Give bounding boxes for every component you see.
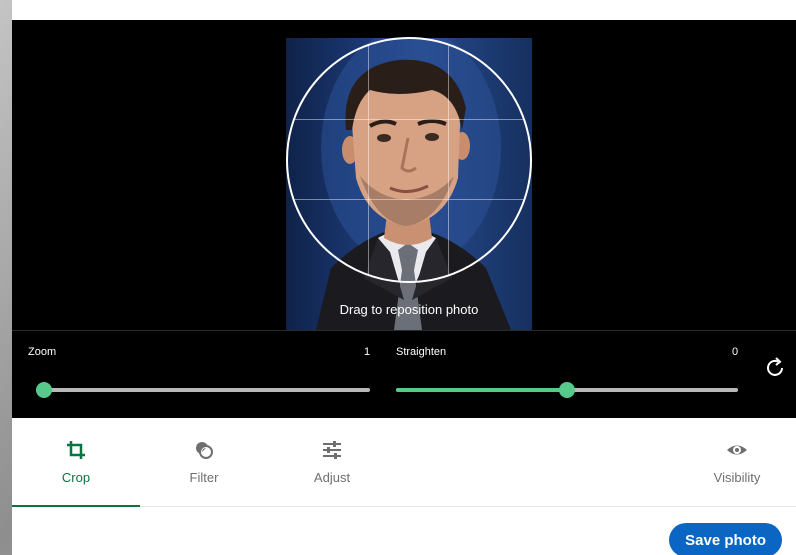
edit-photo-modal: Drag to reposition photo Zoom 1 Straight… <box>12 0 796 555</box>
zoom-slider[interactable] <box>36 382 370 398</box>
adjust-icon <box>321 439 343 466</box>
eye-icon <box>725 439 749 466</box>
tab-filter-label: Filter <box>189 470 219 485</box>
zoom-value: 1 <box>364 346 371 358</box>
crop-grid-line <box>368 39 369 281</box>
tab-filter[interactable]: Filter <box>140 418 268 506</box>
save-photo-button[interactable]: Save photo <box>669 523 782 555</box>
straighten-label: Straighten <box>396 346 447 358</box>
crop-grid-line <box>288 119 530 120</box>
tab-visibility[interactable]: Visibility <box>678 418 796 506</box>
editor-tabs: Crop Filter Adjust Visibility <box>12 418 796 507</box>
modal-footer: Save photo <box>12 507 796 555</box>
photo-editor: Drag to reposition photo Zoom 1 Straight… <box>12 20 796 418</box>
rotate-reset-icon[interactable] <box>764 356 788 380</box>
tab-visibility-label: Visibility <box>713 470 761 485</box>
straighten-value: 0 <box>732 346 739 358</box>
straighten-slider[interactable] <box>396 382 738 398</box>
crop-icon <box>65 439 87 466</box>
zoom-slider-track <box>36 388 370 392</box>
straighten-slider-thumb[interactable] <box>559 382 575 398</box>
crop-grid-line <box>288 199 530 200</box>
crop-grid-line <box>448 39 449 281</box>
drag-hint-text: Drag to reposition photo <box>339 302 479 317</box>
straighten-slider-fill <box>396 388 567 392</box>
zoom-label: Zoom <box>28 346 57 358</box>
tab-adjust-label: Adjust <box>313 470 351 485</box>
photo-stage[interactable]: Drag to reposition photo <box>12 20 796 330</box>
tab-crop-label: Crop <box>61 470 91 485</box>
crop-circle[interactable] <box>286 37 532 283</box>
tab-adjust[interactable]: Adjust <box>268 418 396 506</box>
tab-crop[interactable]: Crop <box>12 418 140 507</box>
zoom-slider-thumb[interactable] <box>36 382 52 398</box>
filter-icon <box>193 439 215 466</box>
modal-top-strip <box>12 0 796 20</box>
editor-divider <box>12 330 796 331</box>
